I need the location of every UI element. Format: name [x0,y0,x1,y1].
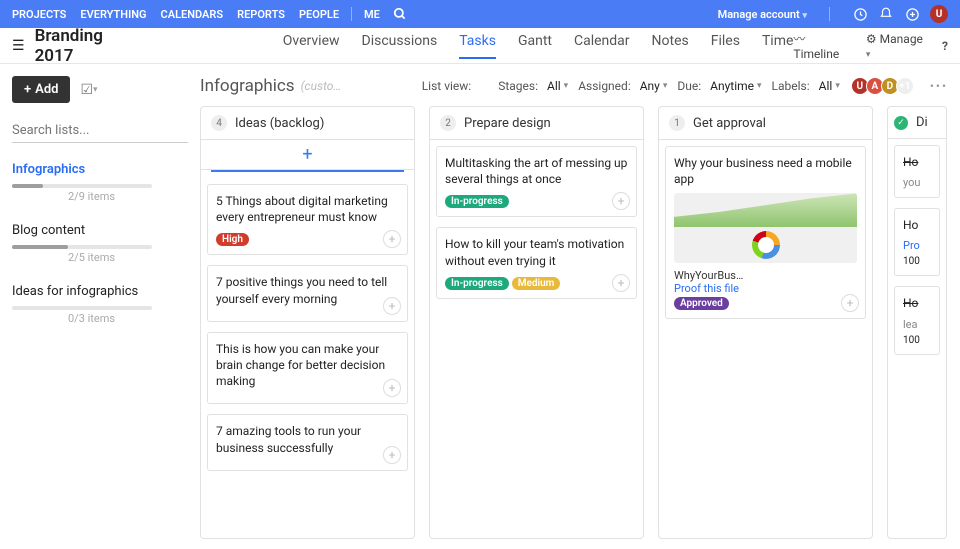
timeline-button[interactable]: 〰 Timeline [793,30,852,61]
nav-projects[interactable]: PROJECTS [12,8,66,21]
card-filename: WhyYourBus… [674,269,857,282]
card-thumbnail [674,193,857,263]
check-icon: ✓ [894,116,908,130]
hamburger-icon[interactable]: ☰ [12,38,25,54]
nav-people[interactable]: PEOPLE [299,8,339,21]
tab-calendar[interactable]: Calendar [574,33,630,59]
progress-bar [12,245,152,249]
column-count: 2 [440,115,456,131]
search-input[interactable] [12,119,188,143]
nav-reports[interactable]: REPORTS [237,8,285,21]
help-icon[interactable]: ? [942,39,948,53]
column-title: Ideas (backlog) [235,116,324,131]
list-view-toggle[interactable]: List view: [422,79,489,93]
tab-discussions[interactable]: Discussions [362,33,438,59]
proof-link[interactable]: Proof this file [674,282,857,295]
avatar[interactable]: U [930,5,948,23]
column-title: Get approval [693,116,766,131]
task-card[interactable]: Holea100 [894,286,940,354]
sidebar-list-item[interactable]: Infographics [12,159,188,180]
avatar-more[interactable]: +1 [896,77,914,95]
more-icon[interactable]: ••• [930,79,948,93]
nav-everything[interactable]: EVERYTHING [80,8,146,21]
card-title: Why your business need a mobile app [674,155,857,187]
task-card[interactable]: This is how you can make your brain chan… [207,332,408,405]
tag-med: Medium [512,277,561,290]
tag-inprog: In-progress [445,195,509,208]
tag-high: High [216,233,249,246]
tag-approved: Approved [674,297,729,310]
manage-account[interactable]: Manage account ▾ [718,8,807,21]
add-card-button[interactable]: + [201,140,414,170]
card-title: How to kill your team's motivation witho… [445,236,628,268]
task-card[interactable]: HoPro100 [894,208,940,276]
filter-stages[interactable]: Stages: All▾ [498,79,568,93]
board-title: Infographics [200,76,295,96]
tab-time[interactable]: Time [762,33,793,59]
task-card[interactable]: 7 positive things you need to tell yours… [207,265,408,321]
card-title: This is how you can make your brain chan… [216,341,399,390]
filter-dropdown[interactable]: ☑︎ ▾ [80,82,97,98]
column-title: Prepare design [464,116,551,131]
filter-due[interactable]: Due: Anytime▾ [677,79,761,93]
list-count: 2/5 items [68,251,115,264]
tab-files[interactable]: Files [711,33,740,59]
clock-icon[interactable] [852,6,868,22]
bell-icon[interactable] [878,6,894,22]
card-add-icon[interactable]: + [383,297,401,315]
card-title: Multitasking the art of messing up sever… [445,155,628,187]
tab-gantt[interactable]: Gantt [518,33,552,59]
sidebar-list-item[interactable]: Ideas for infographics [12,281,188,302]
nav-calendars[interactable]: CALENDARS [161,8,224,21]
filter-labels[interactable]: Labels: All▾ [772,79,840,93]
list-count: 0/3 items [68,312,115,325]
progress-bar [12,184,152,188]
manage-button[interactable]: ⚙ Manage ▾ [866,32,928,60]
task-card[interactable]: 7 amazing tools to run your business suc… [207,414,408,470]
task-card[interactable]: How to kill your team's motivation witho… [436,227,637,298]
list-count: 2/9 items [68,190,115,203]
tag-inprog: In-progress [445,277,509,290]
add-button[interactable]: + Add [12,76,70,103]
add-circle-icon[interactable] [904,6,920,22]
column-count: 1 [669,115,685,131]
nav-me[interactable]: ME [364,8,380,21]
board-subtitle: (custo… [301,79,342,93]
task-card[interactable]: Hoyou [894,145,940,198]
card-title: 5 Things about digital marketing every e… [216,193,399,225]
search-icon[interactable] [392,6,408,22]
card-title: 7 positive things you need to tell yours… [216,274,399,306]
tab-tasks[interactable]: Tasks [459,33,496,59]
card-title: 7 amazing tools to run your business suc… [216,423,399,455]
progress-bar [12,306,152,310]
project-title: Branding 2017 [35,26,143,66]
column-title: Di [916,115,928,130]
card-add-icon[interactable]: + [612,274,630,292]
column-count: 4 [211,115,227,131]
tab-overview[interactable]: Overview [283,33,340,59]
card-add-icon[interactable]: + [383,446,401,464]
card-add-icon[interactable]: + [383,379,401,397]
task-card[interactable]: Why your business need a mobile app WhyYo… [665,146,866,319]
tab-notes[interactable]: Notes [652,33,689,59]
sidebar-list-item[interactable]: Blog content [12,220,188,241]
task-card[interactable]: Multitasking the art of messing up sever… [436,146,637,217]
filter-assigned[interactable]: Assigned: Any▾ [578,79,667,93]
task-card[interactable]: 5 Things about digital marketing every e… [207,184,408,255]
